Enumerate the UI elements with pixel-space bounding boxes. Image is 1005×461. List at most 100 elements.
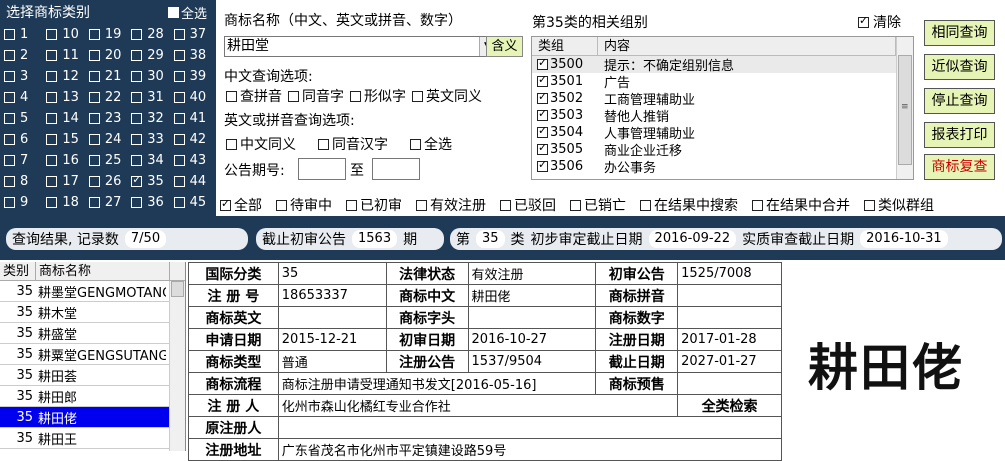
cn-option[interactable]: 英文同义: [412, 86, 482, 106]
filter-checkbox[interactable]: [500, 199, 511, 211]
category-option[interactable]: 16: [46, 153, 88, 168]
cn-option[interactable]: 形似字: [350, 86, 406, 106]
category-checkbox[interactable]: [131, 29, 143, 40]
category-option[interactable]: 33: [131, 132, 173, 147]
filter-checkbox[interactable]: [220, 197, 231, 211]
category-option[interactable]: 9: [4, 195, 46, 210]
status-filter[interactable]: 在结果中合并: [752, 195, 850, 215]
category-option[interactable]: 37: [173, 27, 216, 42]
category-option[interactable]: 28: [131, 27, 173, 42]
category-checkbox[interactable]: [46, 155, 58, 166]
en-option[interactable]: 同音汉字: [318, 134, 388, 154]
category-checkbox[interactable]: [173, 197, 185, 208]
category-option[interactable]: 43: [173, 153, 216, 168]
category-option[interactable]: 22: [88, 90, 131, 105]
category-checkbox[interactable]: [46, 71, 58, 82]
checkbox[interactable]: [412, 90, 423, 102]
list-item[interactable]: 35 耕田郎: [0, 386, 185, 407]
en-option[interactable]: 全选: [410, 134, 452, 154]
category-option[interactable]: 7: [4, 153, 46, 168]
category-checkbox[interactable]: [173, 92, 185, 103]
checkbox[interactable]: [226, 90, 237, 102]
category-checkbox[interactable]: [88, 134, 100, 145]
category-option[interactable]: 3: [4, 69, 46, 84]
category-option[interactable]: 32: [131, 111, 173, 126]
group-checkbox[interactable]: [537, 73, 548, 87]
category-option[interactable]: 41: [173, 111, 216, 126]
category-option[interactable]: 12: [46, 69, 88, 84]
all-class-search-link[interactable]: 全类检索: [677, 394, 782, 417]
category-option[interactable]: 14: [46, 111, 88, 126]
groups-scrollbar[interactable]: ≡: [896, 37, 913, 179]
list-item[interactable]: 35 耕粟堂GENGSUTANG: [0, 344, 185, 365]
list-item[interactable]: 35 耕田佬: [0, 407, 185, 428]
category-checkbox[interactable]: [131, 92, 143, 103]
filter-checkbox[interactable]: [640, 199, 651, 211]
category-checkbox[interactable]: [4, 176, 15, 187]
group-row[interactable]: 3506 办公事务: [532, 158, 913, 176]
list-item[interactable]: 35 耕墨堂GENGMOTANG: [0, 281, 185, 302]
filter-checkbox[interactable]: [346, 199, 357, 211]
category-checkbox[interactable]: [131, 155, 143, 166]
category-option[interactable]: 30: [131, 69, 173, 84]
category-checkbox[interactable]: [173, 50, 185, 61]
category-checkbox[interactable]: [46, 50, 58, 61]
status-filter[interactable]: 类似群组: [864, 195, 934, 215]
category-option[interactable]: 5: [4, 111, 46, 126]
category-option[interactable]: 39: [173, 69, 216, 84]
category-option[interactable]: 19: [88, 27, 131, 42]
category-checkbox[interactable]: [46, 176, 58, 187]
status-filter[interactable]: 已销亡: [570, 195, 626, 215]
filter-checkbox[interactable]: [416, 199, 427, 211]
checkbox[interactable]: [350, 90, 361, 102]
group-checkbox[interactable]: [537, 141, 548, 155]
category-checkbox[interactable]: [131, 134, 143, 145]
scroll-thumb[interactable]: [171, 281, 184, 297]
category-option[interactable]: 25: [88, 153, 131, 168]
group-row[interactable]: 3500提示：不确定组别信息: [532, 56, 913, 74]
category-checkbox[interactable]: [4, 197, 15, 208]
category-option[interactable]: 35: [131, 173, 173, 189]
category-checkbox[interactable]: [46, 134, 58, 145]
category-checkbox[interactable]: [88, 29, 100, 40]
category-option[interactable]: 31: [131, 90, 173, 105]
category-checkbox[interactable]: [173, 29, 185, 40]
category-checkbox[interactable]: [173, 134, 185, 145]
status-filter[interactable]: 在结果中搜索: [640, 195, 738, 215]
category-checkbox[interactable]: [88, 155, 100, 166]
group-row[interactable]: 3503替他人推销: [532, 107, 913, 125]
group-row[interactable]: 3505商业企业迁移: [532, 141, 913, 159]
category-option[interactable]: 23: [88, 111, 131, 126]
category-checkbox[interactable]: [4, 155, 15, 166]
print-report-button[interactable]: 报表打印: [924, 122, 995, 148]
category-option[interactable]: 36: [131, 195, 173, 210]
category-option[interactable]: 42: [173, 132, 216, 147]
category-checkbox[interactable]: [4, 134, 15, 145]
status-filter[interactable]: 已驳回: [500, 195, 556, 215]
filter-checkbox[interactable]: [276, 199, 287, 211]
checkbox[interactable]: [410, 138, 421, 150]
category-checkbox[interactable]: [4, 29, 15, 40]
category-checkbox[interactable]: [173, 176, 185, 187]
clear-checkbox[interactable]: [858, 14, 869, 28]
checkbox[interactable]: [318, 138, 329, 150]
category-checkbox[interactable]: [131, 197, 143, 208]
group-row[interactable]: 3502工商管理辅助业: [532, 90, 913, 108]
group-row[interactable]: 3501广告: [532, 73, 913, 91]
category-checkbox[interactable]: [88, 71, 100, 82]
category-checkbox[interactable]: [4, 50, 15, 61]
category-checkbox[interactable]: [173, 71, 185, 82]
status-filter[interactable]: 全部: [220, 195, 262, 215]
category-option[interactable]: 21: [88, 69, 131, 84]
category-option[interactable]: 15: [46, 132, 88, 147]
category-checkbox[interactable]: [88, 197, 100, 208]
groups-clear[interactable]: 清除: [858, 12, 901, 32]
col-name[interactable]: 商标名称: [36, 262, 170, 280]
category-option[interactable]: 38: [173, 48, 216, 63]
category-option[interactable]: 45: [173, 195, 216, 210]
category-option[interactable]: 20: [88, 48, 131, 63]
checkbox[interactable]: [226, 138, 237, 150]
category-checkbox[interactable]: [131, 173, 143, 187]
en-option[interactable]: 中文同义: [226, 134, 296, 154]
category-checkbox[interactable]: [4, 92, 15, 103]
